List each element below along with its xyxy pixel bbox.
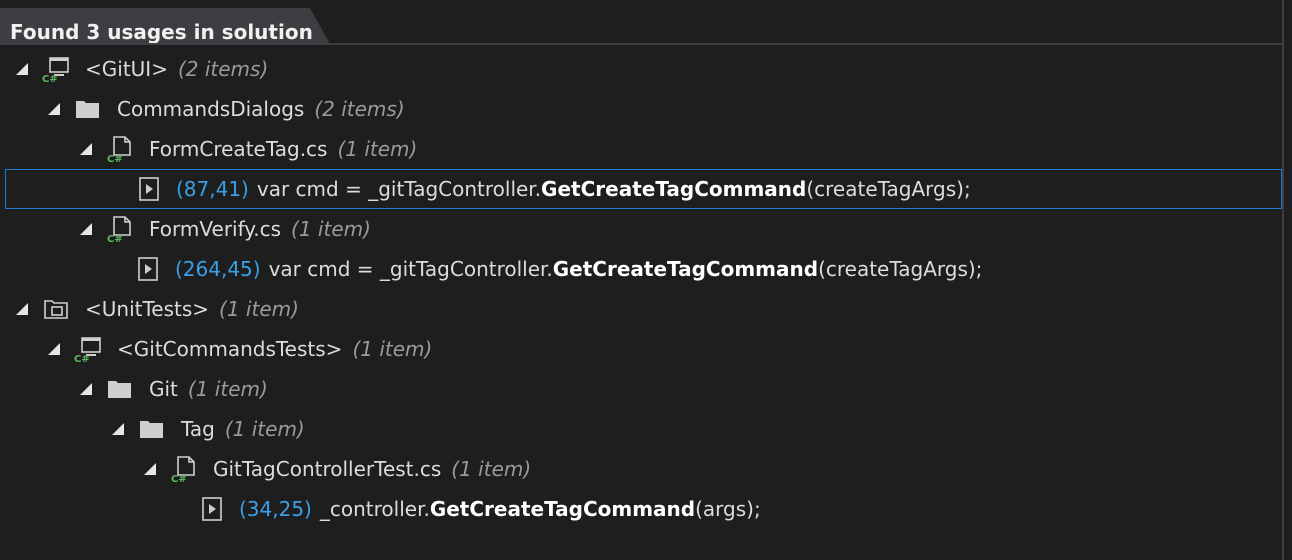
- node-count: (1 item): [451, 457, 532, 481]
- expand-arrow-icon[interactable]: [13, 60, 31, 78]
- expand-arrow-icon[interactable]: [77, 220, 95, 238]
- tab-underline: [0, 43, 1282, 45]
- usages-tree: C# <GitUI> (2 items) CommandsDialogs (2 …: [0, 49, 1282, 529]
- svg-text:C#: C#: [171, 474, 187, 483]
- usage-code-prefix: var cmd = _gitTagController.: [256, 177, 542, 201]
- node-count: (1 item): [219, 297, 299, 321]
- folder-icon: [73, 95, 103, 123]
- expand-arrow-icon[interactable]: [45, 100, 63, 118]
- usage-code-suffix: (createTagArgs);: [806, 177, 971, 201]
- tree-node-git-commands-tests[interactable]: C# <GitCommandsTests> (1 item): [0, 329, 1282, 369]
- tree-node-git-tag-controller-test[interactable]: C# GitTagControllerTest.cs (1 item): [0, 449, 1282, 489]
- usage-row[interactable]: (34,25) _controller. GetCreateTagCommand(…: [0, 489, 1282, 529]
- svg-text:C#: C#: [74, 354, 90, 363]
- tree-node-form-create-tag[interactable]: C# FormCreateTag.cs (1 item): [0, 129, 1282, 169]
- usage-icon: [197, 495, 227, 523]
- tree-node-tag-folder[interactable]: Tag (1 item): [0, 409, 1282, 449]
- expand-arrow-icon[interactable]: [45, 340, 63, 358]
- node-label: <GitUI>: [85, 57, 168, 81]
- usage-code-prefix: _controller.: [319, 497, 430, 521]
- usage-code-prefix: var cmd = _gitTagController.: [268, 257, 553, 281]
- node-label: GitTagControllerTest.cs: [213, 457, 442, 481]
- expand-arrow-icon[interactable]: [77, 380, 95, 398]
- node-count: (1 item): [337, 137, 418, 161]
- usage-row[interactable]: (264,45) var cmd = _gitTagController. Get…: [0, 249, 1282, 289]
- node-label: Git: [149, 377, 178, 401]
- svg-text:C#: C#: [107, 154, 123, 163]
- usage-code-suffix: (createTagArgs);: [818, 257, 983, 281]
- node-label: <GitCommandsTests>: [117, 337, 343, 361]
- expand-arrow-icon[interactable]: [141, 460, 159, 478]
- node-count: (2 items): [177, 57, 269, 81]
- node-count: (1 item): [352, 337, 433, 361]
- tree-node-unit-tests[interactable]: <UnitTests> (1 item): [0, 289, 1282, 329]
- tree-node-gitui[interactable]: C# <GitUI> (2 items): [0, 49, 1282, 89]
- tab-title: Found 3 usages in solution: [10, 20, 313, 44]
- usage-method: GetCreateTagCommand: [429, 497, 696, 521]
- csharp-project-icon: C#: [73, 335, 103, 363]
- usage-position: (34,25): [239, 497, 312, 521]
- node-count: (1 item): [224, 417, 305, 441]
- tree-node-git-folder[interactable]: Git (1 item): [0, 369, 1282, 409]
- svg-text:C#: C#: [42, 74, 58, 83]
- usage-position: (264,45): [175, 257, 261, 281]
- usage-icon: [133, 255, 163, 283]
- solution-folder-icon: [41, 295, 71, 323]
- csharp-project-icon: C#: [41, 55, 71, 83]
- svg-text:C#: C#: [107, 234, 123, 243]
- tree-node-commands-dialogs[interactable]: CommandsDialogs (2 items): [0, 89, 1282, 129]
- csharp-file-icon: C#: [105, 135, 135, 163]
- csharp-file-icon: C#: [169, 455, 199, 483]
- node-label: CommandsDialogs: [117, 97, 305, 121]
- usage-position: (87,41): [176, 177, 249, 201]
- tab-strip: Found 3 usages in solution: [0, 0, 1292, 45]
- node-count: (2 items): [314, 97, 405, 121]
- expand-arrow-icon[interactable]: [13, 300, 31, 318]
- node-count: (1 item): [187, 377, 268, 401]
- expand-arrow-icon[interactable]: [77, 140, 95, 158]
- tree-node-form-verify[interactable]: C# FormVerify.cs (1 item): [0, 209, 1282, 249]
- node-label: Tag: [181, 417, 215, 441]
- panel-border: [1282, 0, 1284, 560]
- usage-method: GetCreateTagCommand: [541, 177, 807, 201]
- tab-find-usages[interactable]: Found 3 usages in solution: [0, 8, 330, 44]
- usage-code-suffix: (args);: [695, 497, 761, 521]
- csharp-file-icon: C#: [105, 215, 135, 243]
- usage-icon: [134, 175, 164, 203]
- node-count: (1 item): [291, 217, 371, 241]
- node-label: <UnitTests>: [85, 297, 210, 321]
- usage-row-selected[interactable]: (87,41) var cmd = _gitTagController. GetC…: [5, 169, 1282, 209]
- node-label: FormCreateTag.cs: [149, 137, 328, 161]
- expand-arrow-icon[interactable]: [109, 420, 127, 438]
- node-label: FormVerify.cs: [149, 217, 282, 241]
- folder-icon: [137, 415, 167, 443]
- usage-method: GetCreateTagCommand: [552, 257, 819, 281]
- folder-icon: [105, 375, 135, 403]
